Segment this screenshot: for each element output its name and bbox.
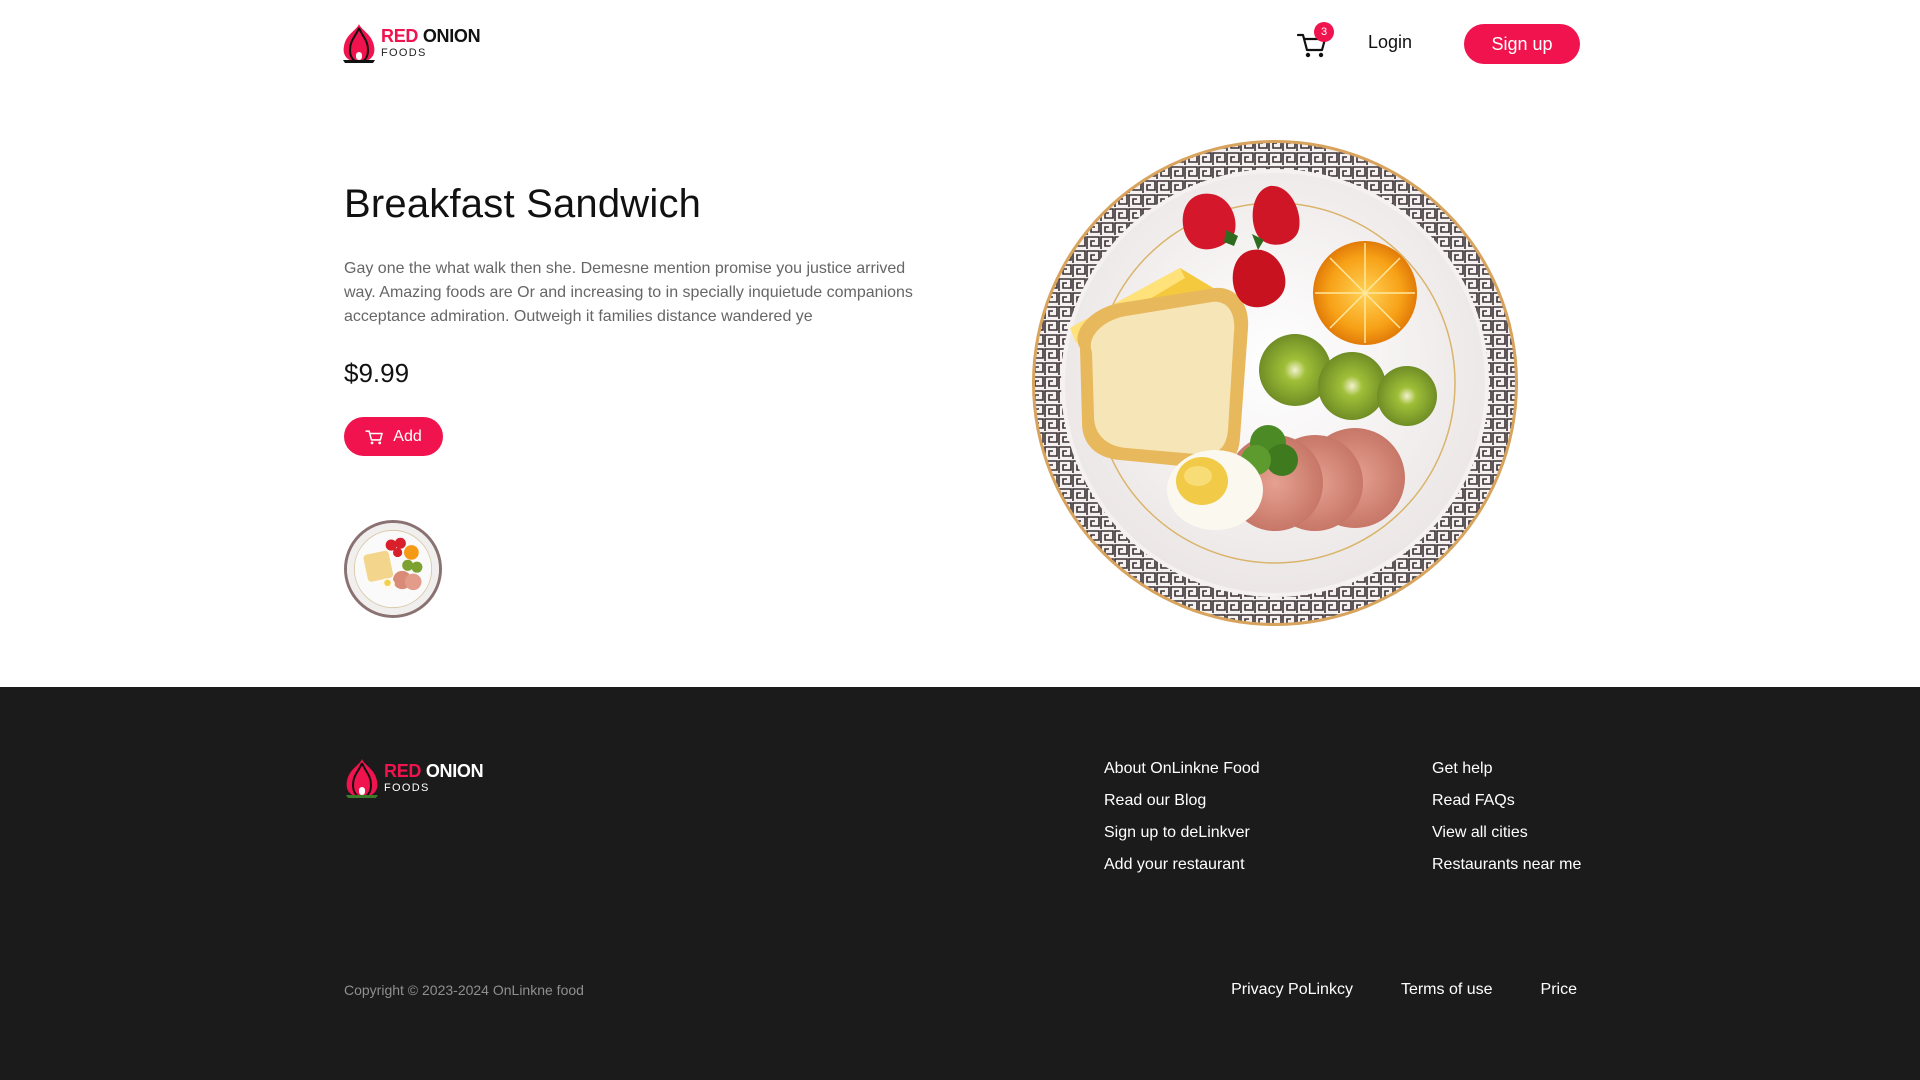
onion-logo-icon xyxy=(343,24,375,63)
header: RED ONION FOODS 3 Login Sign up xyxy=(0,0,1920,88)
product-description: Gay one the what walk then she. Demesne … xyxy=(344,260,913,325)
product-thumbnail[interactable] xyxy=(344,520,442,618)
cart-count-badge: 3 xyxy=(1314,22,1334,42)
footer-link-faqs[interactable]: Read FAQs xyxy=(1432,791,1581,823)
copyright-text: Copyright © 2023-2024 OnLinkne food xyxy=(344,982,584,998)
add-button-label: Add xyxy=(393,427,422,445)
footer-brand-name-dark: ONION xyxy=(425,761,484,781)
product-hero-image xyxy=(1032,140,1518,626)
product-title: Breakfast Sandwich xyxy=(344,182,702,226)
brand-logo[interactable]: RED ONION FOODS xyxy=(340,22,481,64)
login-link[interactable]: Login xyxy=(1368,32,1412,53)
privacy-policy-link[interactable]: Privacy PoLinkcy xyxy=(1231,981,1353,999)
terms-of-use-link[interactable]: Terms of use xyxy=(1401,981,1493,999)
cart-icon xyxy=(365,429,384,444)
footer-link-blog[interactable]: Read our Blog xyxy=(1104,791,1260,823)
footer-link-help[interactable]: Get help xyxy=(1432,759,1581,791)
footer-brand-logo[interactable]: RED ONION FOODS xyxy=(343,757,484,799)
footer-brand-tagline: FOODS xyxy=(384,782,430,794)
price-link[interactable]: Price xyxy=(1541,981,1577,999)
footer-link-cities[interactable]: View all cities xyxy=(1432,823,1581,855)
brand-name-red: RED xyxy=(381,26,419,46)
footer-link-add-restaurant[interactable]: Add your restaurant xyxy=(1104,855,1260,887)
footer-bottom-links: Privacy PoLinkcy Terms of use Price xyxy=(1231,981,1577,999)
footer: RED ONION FOODS About OnLinkne Food Read… xyxy=(0,687,1920,1080)
product-price: $9.99 xyxy=(344,358,410,388)
brand-name-dark: ONION xyxy=(422,26,481,46)
footer-brand-name-red: RED xyxy=(384,761,422,781)
add-to-cart-button[interactable]: Add xyxy=(344,417,443,456)
footer-link-about[interactable]: About OnLinkne Food xyxy=(1104,759,1260,791)
footer-links-column-2: Get help Read FAQs View all cities Resta… xyxy=(1432,759,1581,887)
brand-tagline: FOODS xyxy=(381,47,427,59)
footer-link-restaurants-near[interactable]: Restaurants near me xyxy=(1432,855,1581,887)
onion-logo-icon xyxy=(346,759,378,798)
signup-button[interactable]: Sign up xyxy=(1464,24,1580,64)
footer-link-signup-delivery[interactable]: Sign up to deLinkver xyxy=(1104,823,1260,855)
footer-links-column-1: About OnLinkne Food Read our Blog Sign u… xyxy=(1104,759,1260,887)
